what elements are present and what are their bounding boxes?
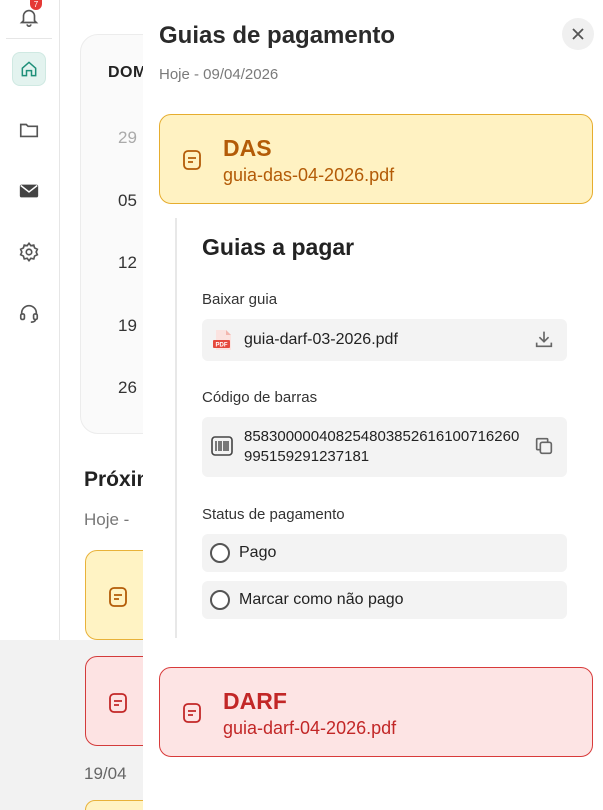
- barcode-label: Código de barras: [202, 389, 318, 406]
- sidebar: 7: [0, 0, 60, 640]
- download-file-name: guia-darf-03-2026.pdf: [244, 331, 398, 348]
- download-icon[interactable]: [533, 328, 555, 355]
- copy-icon[interactable]: [533, 435, 555, 462]
- gear-icon[interactable]: [12, 235, 46, 269]
- calendar-day[interactable]: 19: [118, 316, 137, 336]
- payment-status-label: Status de pagamento: [202, 506, 345, 523]
- guide-card-das[interactable]: DAS guia-das-04-2026.pdf: [159, 114, 593, 204]
- details-title: Guias a pagar: [202, 234, 355, 260]
- payment-guides-drawer: Guias de pagamento Hoje - 09/04/2026 DAS…: [143, 0, 603, 810]
- drawer-title: Guias de pagamento: [159, 22, 396, 49]
- barcode-row[interactable]: 8583000004082548038526161007162609951592…: [202, 417, 567, 477]
- guide-name: DARF: [223, 688, 287, 714]
- sidebar-divider: [6, 38, 52, 39]
- calendar-day[interactable]: 05: [118, 191, 137, 211]
- guide-file-name: guia-das-04-2026.pdf: [223, 165, 395, 185]
- folder-icon[interactable]: [12, 113, 46, 147]
- download-label: Baixar guia: [202, 291, 278, 308]
- radio-button[interactable]: [210, 543, 230, 563]
- calendar-day[interactable]: 29: [118, 128, 137, 148]
- document-icon: [106, 585, 130, 614]
- guide-file-name: guia-darf-04-2026.pdf: [223, 718, 397, 738]
- document-icon: [180, 701, 204, 730]
- calendar-day[interactable]: 26: [118, 378, 137, 398]
- guide-card-darf[interactable]: DARF guia-darf-04-2026.pdf: [159, 667, 593, 757]
- status-option-label: Pago: [239, 544, 277, 561]
- document-icon: [180, 148, 204, 177]
- calendar-day[interactable]: 12: [118, 253, 137, 273]
- status-option-label: Marcar como não pago: [239, 591, 404, 608]
- app-screen: 7 DOM 29 05 12 19 26 Próxim Hoje - 19/04…: [0, 0, 603, 810]
- barcode-icon: [211, 436, 233, 461]
- status-option-paid[interactable]: Pago: [202, 534, 567, 572]
- radio-button[interactable]: [210, 590, 230, 610]
- guide-name: DAS: [223, 135, 272, 161]
- mail-icon[interactable]: [12, 174, 46, 208]
- home-icon[interactable]: [12, 52, 46, 86]
- svg-text:PDF: PDF: [216, 343, 228, 349]
- drawer-subtitle: Hoje - 09/04/2026: [159, 66, 279, 83]
- upcoming-subtitle: Hoje -: [84, 510, 130, 529]
- pdf-file-icon: PDF: [212, 329, 234, 356]
- guide-details-panel: Guias a pagar Baixar guia PDF guia-darf-…: [175, 218, 585, 638]
- calendar-weekday-header: DOM: [108, 64, 147, 81]
- upcoming-date-label: 19/04: [84, 764, 127, 783]
- close-icon: [572, 28, 584, 40]
- document-icon: [106, 691, 130, 720]
- barcode-number: 8583000004082548038526161007162609951592…: [244, 428, 520, 465]
- close-button[interactable]: [562, 18, 594, 50]
- download-file-row[interactable]: PDF guia-darf-03-2026.pdf: [202, 319, 567, 361]
- status-option-unpaid[interactable]: Marcar como não pago: [202, 581, 567, 619]
- headset-icon[interactable]: [12, 296, 46, 330]
